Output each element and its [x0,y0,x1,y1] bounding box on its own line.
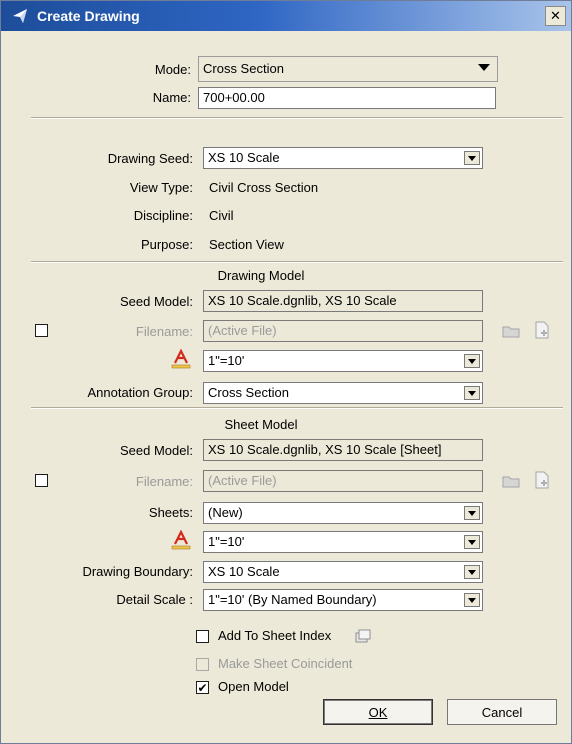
drawing-seed-model-label: Seed Model: [120,294,193,309]
cancel-button-label: Cancel [481,704,523,720]
drawing-seed-dropdown[interactable]: XS 10 Scale [203,147,483,169]
annotation-scale-icon [171,349,191,369]
drawing-seed-value: XS 10 Scale [208,150,280,165]
sheets-dropdown[interactable]: (New) [203,502,483,524]
window-title: Create Drawing [37,8,140,24]
separator [31,261,563,263]
mode-value: Cross Section [203,61,284,76]
sheets-label: Sheets: [148,505,193,520]
drawing-boundary-dropdown[interactable]: XS 10 Scale [203,561,483,583]
separator [31,117,563,119]
discipline-value: Civil [209,208,234,223]
checkmark-icon: ✔ [197,680,208,695]
sheet-model-heading: Sheet Model [224,417,298,432]
drawing-filename-field: (Active File) [203,320,483,342]
chevron-down-icon [464,506,480,520]
sheet-annotation-scale-value: 1"=10' [208,534,245,549]
close-icon: ✕ [550,8,561,23]
close-button[interactable]: ✕ [545,6,566,26]
add-to-sheet-index-label[interactable]: Add To Sheet Index [218,628,331,643]
detail-scale-value: 1"=10' (By Named Boundary) [208,592,377,607]
new-file-icon [535,321,549,339]
chevron-down-icon [464,565,480,579]
detail-scale-label: Detail Scale : [116,592,193,607]
discipline-label: Discipline: [133,208,193,223]
drawing-seed-label: Drawing Seed: [107,151,193,166]
drawing-filename-label: Filename: [135,324,193,339]
chevron-down-icon [473,59,495,75]
sheet-filename-label: Filename: [135,474,193,489]
drawing-app-icon [13,9,27,23]
sheet-index-icon[interactable] [353,627,373,647]
create-drawing-dialog: Create Drawing ✕ Mode: Cross Section Nam… [0,0,572,744]
add-to-sheet-index-checkbox[interactable] [196,630,209,643]
folder-icon [502,476,520,488]
chevron-down-icon [464,593,480,607]
folder-icon [502,326,520,338]
drawing-annotation-scale-value: 1"=10' [208,353,245,368]
view-type-value: Civil Cross Section [209,180,319,195]
sheets-value: (New) [208,505,243,520]
sheet-seed-model-field: XS 10 Scale.dgnlib, XS 10 Scale [Sheet] [203,439,483,461]
open-model-label[interactable]: Open Model [218,679,289,694]
drawing-annotation-scale-dropdown[interactable]: 1"=10' [203,350,483,372]
name-input[interactable]: 700+00.00 [198,87,496,109]
mode-dropdown[interactable]: Cross Section [198,56,498,82]
drawing-boundary-value: XS 10 Scale [208,564,280,579]
chevron-down-icon [464,354,480,368]
title-bar[interactable]: Create Drawing ✕ [1,1,571,31]
drawing-model-heading: Drawing Model [217,268,305,283]
make-sheet-coincident-checkbox [196,658,209,671]
sheet-annotation-scale-dropdown[interactable]: 1"=10' [203,531,483,553]
separator [31,407,563,409]
sheet-filename-checkbox[interactable] [35,474,48,487]
cancel-button[interactable]: Cancel [447,699,557,725]
chevron-down-icon [464,535,480,549]
chevron-down-icon [464,151,480,165]
purpose-value: Section View [209,237,284,252]
mode-label: Mode: [154,62,191,77]
purpose-label: Purpose: [140,237,193,252]
name-label: Name: [152,90,191,105]
annotation-scale-icon [171,530,191,550]
view-type-label: View Type: [129,180,193,195]
new-file-icon [535,471,549,489]
sheet-seed-model-label: Seed Model: [120,443,193,458]
dialog-body: Mode: Cross Section Name: 700+00.00 Draw… [1,31,571,743]
chevron-down-icon [464,386,480,400]
detail-scale-dropdown[interactable]: 1"=10' (By Named Boundary) [203,589,483,611]
make-sheet-coincident-label: Make Sheet Coincident [218,656,353,671]
drawing-filename-checkbox[interactable] [35,324,48,337]
open-model-checkbox[interactable]: ✔ [196,681,209,694]
annotation-group-value: Cross Section [208,385,289,400]
sheet-filename-field: (Active File) [203,470,483,492]
drawing-boundary-label: Drawing Boundary: [82,564,193,579]
annotation-group-dropdown[interactable]: Cross Section [203,382,483,404]
drawing-seed-model-field: XS 10 Scale.dgnlib, XS 10 Scale [203,290,483,312]
ok-button[interactable]: OK [323,699,433,725]
annotation-group-label: Annotation Group: [87,385,193,400]
ok-button-label: OK [368,704,388,720]
